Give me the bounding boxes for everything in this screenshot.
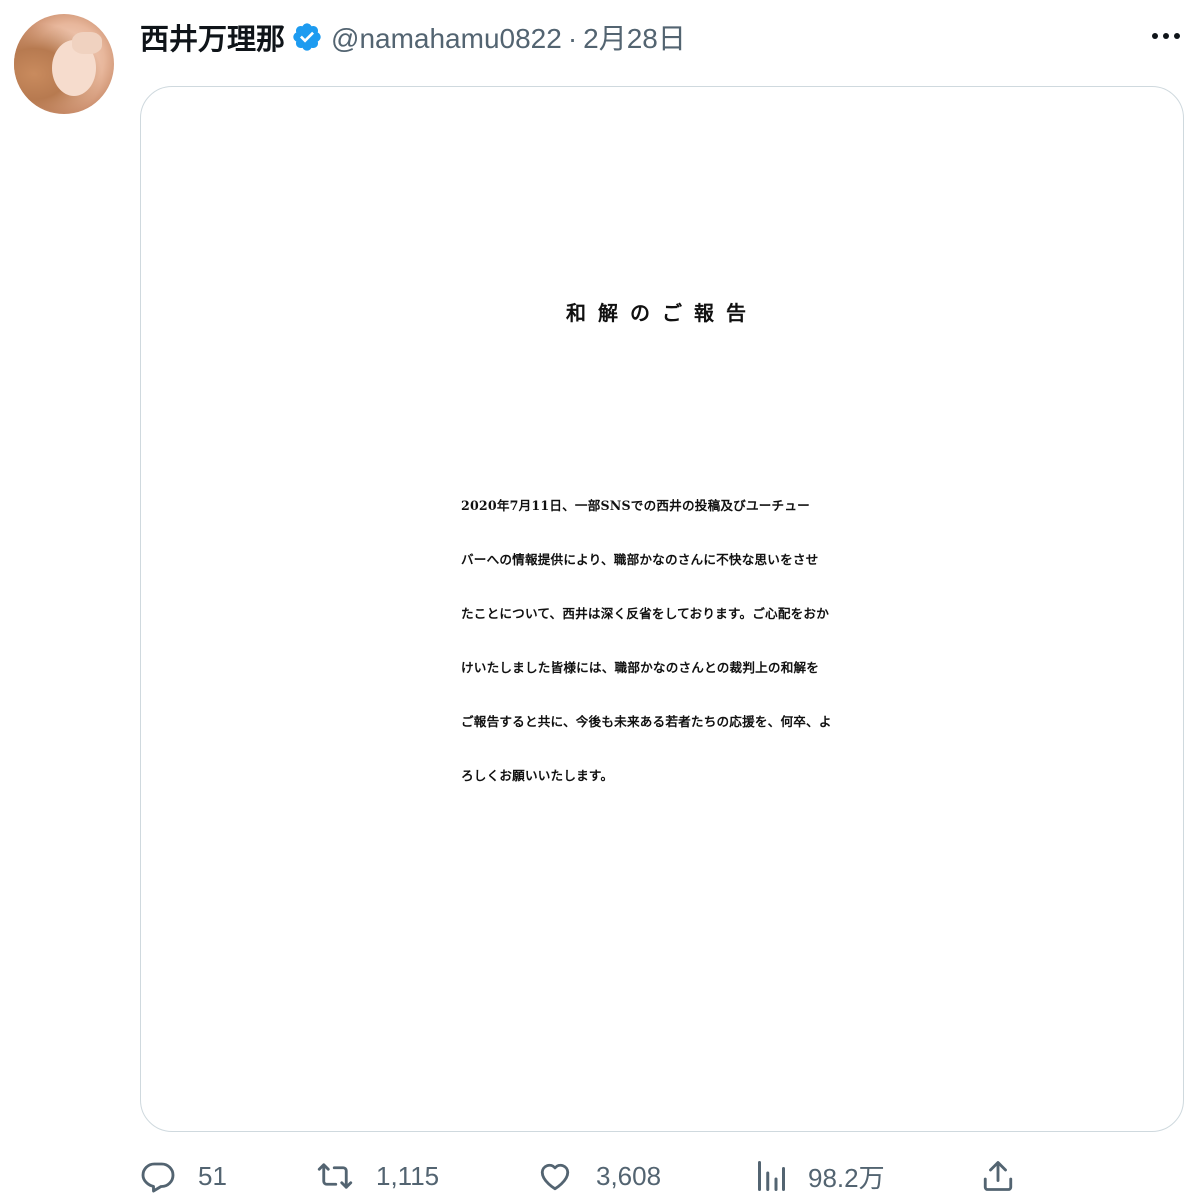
display-name[interactable]: 西井万理那 <box>140 16 285 58</box>
document-line: ご報告すると共に、今後も未来ある若者たちの応援を、何卒、よ <box>461 714 832 729</box>
tweet-media-image[interactable]: 和解のご報告 2020年7月11日、一部SNSでの西井の投稿及びユーチュー バー… <box>140 86 1184 1132</box>
document-title: 和解のご報告 <box>566 301 758 325</box>
meta-separator: · <box>567 23 578 54</box>
retweet-count: 1,115 <box>376 1160 440 1191</box>
tweet: 西井万理那 @namahamu0822 · 2月28日 和解のご報告 2020年7月… <box>0 0 1200 1200</box>
document-line: 2020年7月11日、一部SNSでの西井の投稿及びユーチュー <box>461 498 810 513</box>
document-line: バーへの情報提供により、職部かなのさんに不快な思いをさせ <box>461 552 819 567</box>
document-line: ろしくお願いいたします。 <box>461 768 614 783</box>
share-icon <box>980 1158 1016 1194</box>
document-line: けいたしました皆様には、職部かなのさんとの裁判上の和解を <box>461 660 820 675</box>
like-icon <box>536 1158 574 1194</box>
reply-count: 51 <box>198 1160 227 1191</box>
avatar-hand <box>72 32 102 54</box>
like-button[interactable]: 3,608 <box>536 1158 661 1194</box>
tweet-meta: @namahamu0822 · 2月28日 <box>331 17 686 57</box>
document-body: 2020年7月11日、一部SNSでの西井の投稿及びユーチュー バーへの情報提供に… <box>461 479 891 803</box>
handle[interactable]: @namahamu0822 <box>331 23 562 54</box>
document-line: たことについて、西井は深く反省をしております。ご心配をおか <box>461 606 829 621</box>
share-button[interactable] <box>980 1158 1016 1194</box>
reply-button[interactable]: 51 <box>140 1158 227 1194</box>
retweet-icon <box>316 1158 354 1194</box>
like-count: 3,608 <box>596 1160 662 1191</box>
views-count: 98.2万 <box>808 1162 885 1193</box>
retweet-button[interactable]: 1,115 <box>316 1158 439 1194</box>
verified-badge-icon[interactable] <box>291 21 323 53</box>
tweet-header: 西井万理那 @namahamu0822 · 2月28日 <box>140 14 686 60</box>
tweet-date[interactable]: 2月28日 <box>583 23 686 54</box>
views-button[interactable]: 98.2万 <box>754 1158 885 1195</box>
views-icon <box>754 1158 786 1194</box>
avatar[interactable] <box>14 14 114 114</box>
tweet-actions: 51 1,115 3,608 98.2万 <box>140 1152 1184 1200</box>
more-icon[interactable] <box>1146 18 1186 54</box>
reply-icon <box>140 1158 176 1194</box>
